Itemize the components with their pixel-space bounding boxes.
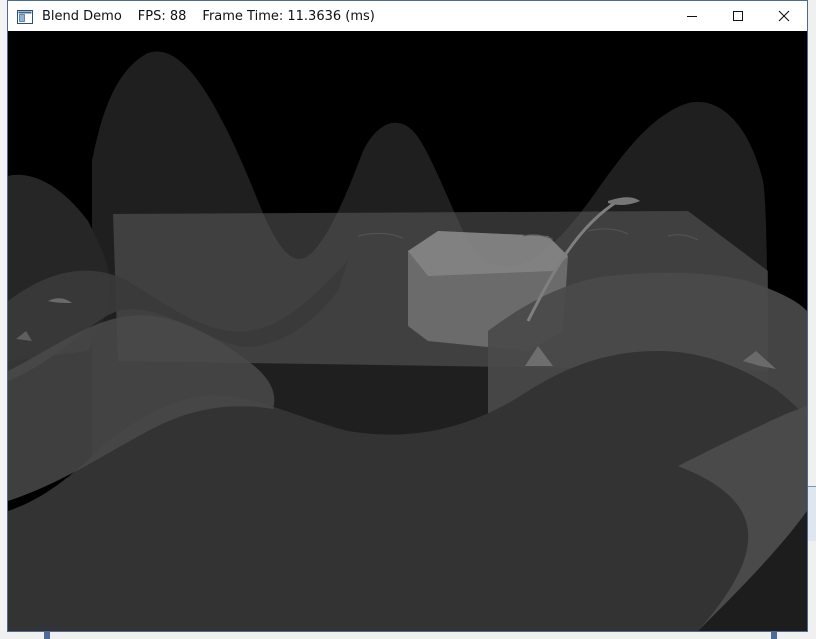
close-icon (778, 10, 790, 22)
desktop-background-bottom (0, 631, 816, 639)
minimize-icon (687, 16, 697, 17)
maximize-button[interactable] (715, 1, 761, 31)
background-window-edge (771, 631, 777, 639)
minimize-button[interactable] (669, 1, 715, 31)
background-window-edge (44, 631, 50, 639)
blend-scene (8, 31, 807, 631)
app-window: Blend Demo FPS: 88 Frame Time: 11.3636 (… (7, 0, 808, 632)
title-bar[interactable]: Blend Demo FPS: 88 Frame Time: 11.3636 (… (8, 1, 807, 31)
render-viewport[interactable] (8, 31, 807, 631)
desktop-background-right (808, 0, 816, 639)
app-window-icon[interactable] (17, 9, 33, 24)
window-title: Blend Demo (42, 8, 122, 24)
close-button[interactable] (761, 1, 807, 31)
fps-readout: FPS: 88 (137, 8, 187, 24)
frame-time-readout: Frame Time: 11.3636 (ms) (202, 8, 375, 24)
background-window-fragment (808, 486, 816, 541)
translucent-box-top (408, 231, 568, 276)
maximize-icon (733, 11, 743, 21)
